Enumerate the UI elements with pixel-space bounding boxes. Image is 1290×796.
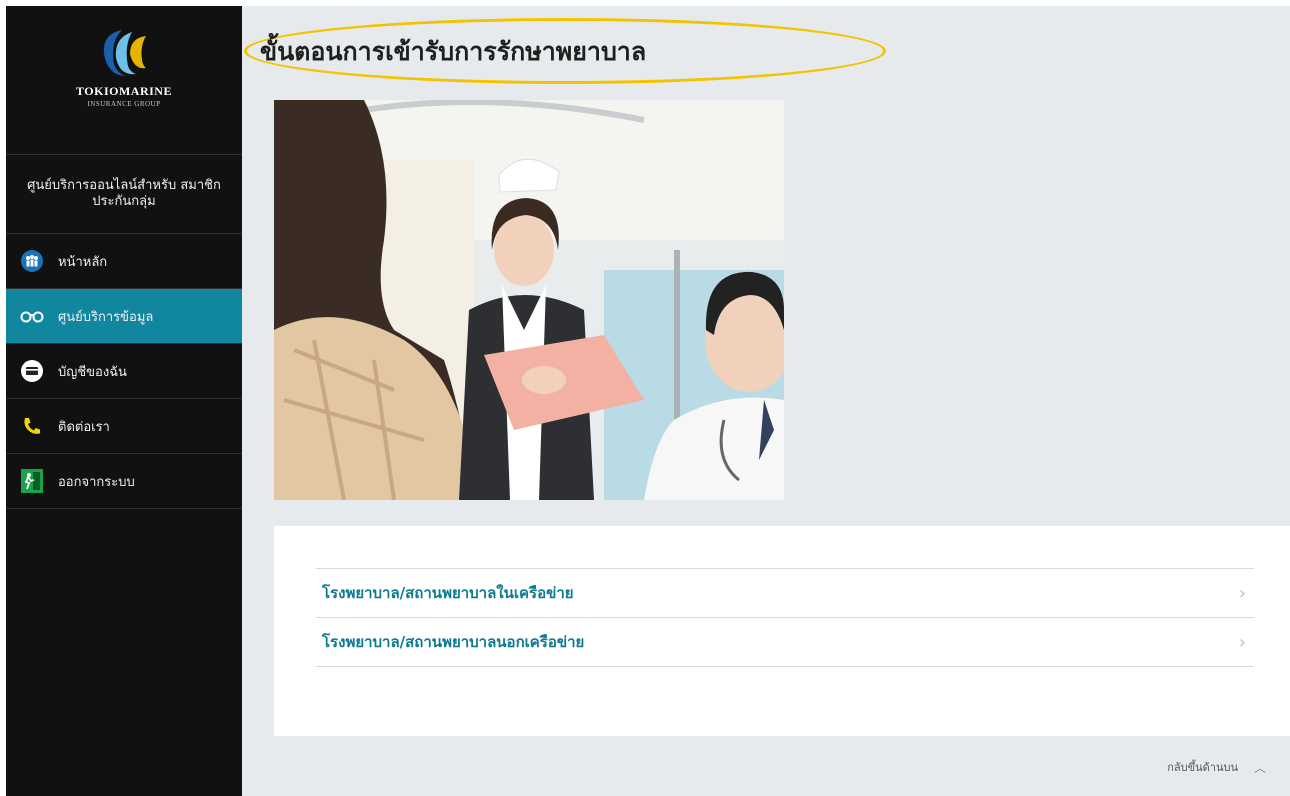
nav-label-home: หน้าหลัก <box>58 254 108 270</box>
service-center-name: ศูนย์บริการออนไลน์สำหรับ สมาชิกประกันกลุ… <box>6 155 242 234</box>
nav-item-my-account[interactable]: บัญชีของฉัน <box>6 344 242 399</box>
nav-item-home[interactable]: หน้าหลัก <box>6 234 242 289</box>
out-of-network-hospital-label: โรงพยาบาล/สถานพยาบาลนอกเครือข่าย <box>322 633 585 651</box>
hospital-link-list: โรงพยาบาล/สถานพยาบาลในเครือข่าย › โรงพยา… <box>316 568 1254 667</box>
back-to-top-label: กลับขึ้นด้านบน <box>1167 761 1238 774</box>
nav-item-info-center[interactable]: ศูนย์บริการข้อมูล <box>6 289 242 344</box>
chevron-right-icon: › <box>1238 631 1246 653</box>
nav-label-my-account: บัญชีของฉัน <box>58 364 127 380</box>
nav-label-logout: ออกจากระบบ <box>58 474 135 490</box>
brand-logo[interactable]: TOKIOMARINE INSURANCE GROUP <box>6 24 242 155</box>
page-title: ขั้นตอนการเข้ารับการรักษาพยาบาล <box>260 37 647 66</box>
family-icon <box>20 249 44 273</box>
nav-item-contact[interactable]: ติดต่อเรา <box>6 399 242 454</box>
brand-name: TOKIOMARINE <box>76 84 172 98</box>
in-network-hospital-label: โรงพยาบาล/สถานพยาบาลในเครือข่าย <box>322 584 574 602</box>
hospital-type-card: โรงพยาบาล/สถานพยาบาลในเครือข่าย › โรงพยา… <box>274 526 1290 736</box>
chevron-right-icon: › <box>1238 582 1246 604</box>
card-icon <box>20 359 44 383</box>
tokiomarine-logo-icon <box>103 30 146 76</box>
nav-label-contact: ติดต่อเรา <box>58 419 110 435</box>
brand-subtitle: INSURANCE GROUP <box>87 100 161 108</box>
exit-icon <box>20 469 44 493</box>
back-to-top-link[interactable]: กลับขึ้นด้านบน ︿ <box>1167 758 1266 776</box>
nav-label-info-center: ศูนย์บริการข้อมูล <box>58 309 154 325</box>
chevron-up-icon: ︿ <box>1253 760 1266 775</box>
nav-item-logout[interactable]: ออกจากระบบ <box>6 454 242 509</box>
nurse-with-patient-photo <box>274 100 784 500</box>
in-network-hospital-link[interactable]: โรงพยาบาล/สถานพยาบาลในเครือข่าย › <box>316 569 1254 618</box>
out-of-network-hospital-link[interactable]: โรงพยาบาล/สถานพยาบาลนอกเครือข่าย › <box>316 618 1254 667</box>
main-content: ขั้นตอนการเข้ารับการรักษาพยาบาล โรงพยาบา… <box>242 6 1290 796</box>
phone-icon <box>20 414 44 438</box>
sidebar: TOKIOMARINE INSURANCE GROUP ศูนย์บริการอ… <box>6 6 242 796</box>
glasses-icon <box>20 304 44 328</box>
